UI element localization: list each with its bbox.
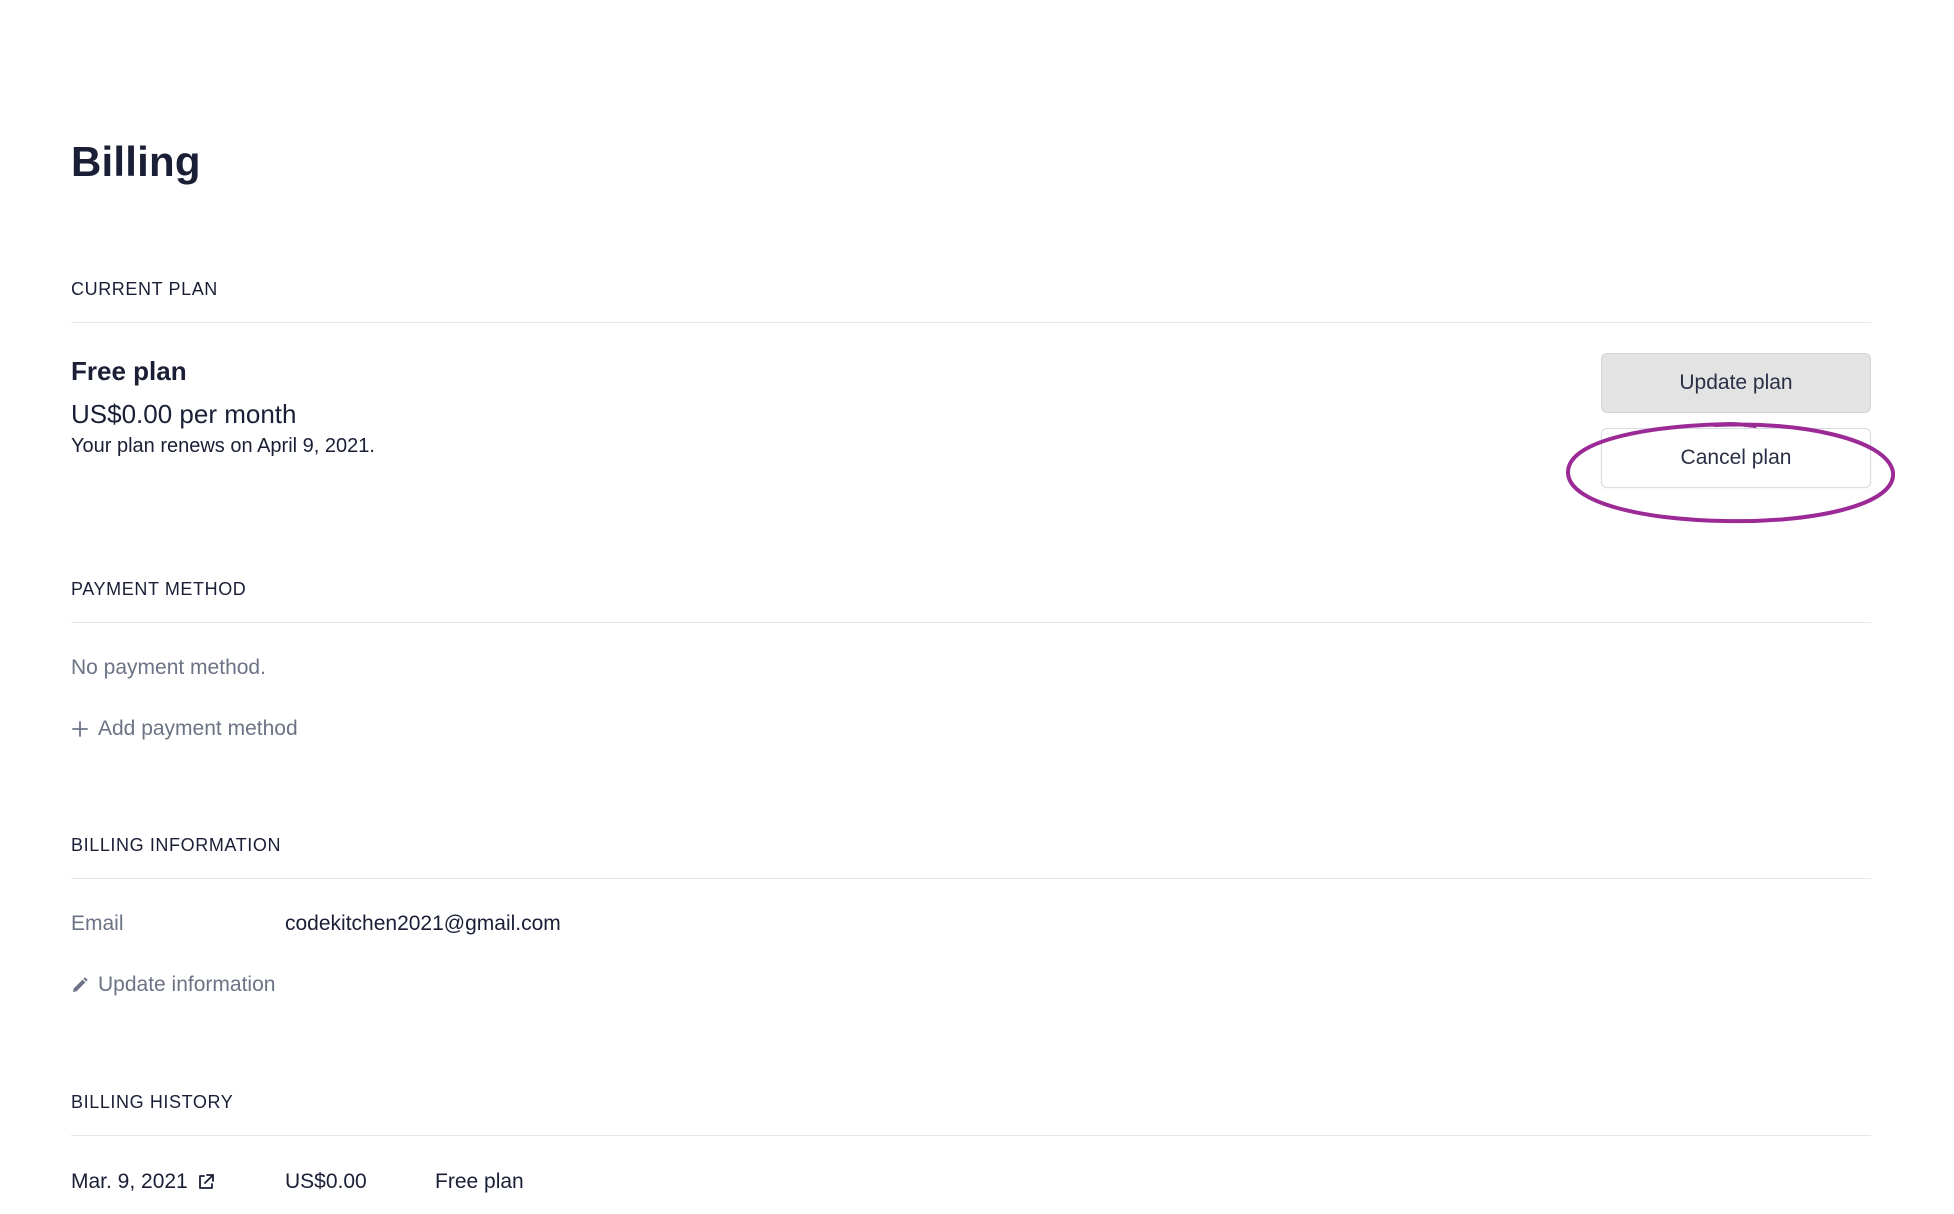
email-label: Email <box>71 912 124 935</box>
invoice-date: Mar. 9, 2021 <box>71 1170 188 1193</box>
email-value: codekitchen2021@gmail.com <box>285 912 561 935</box>
payment-method-header: PAYMENT METHOD <box>71 579 1871 623</box>
invoice-amount: US$0.00 <box>285 1170 367 1193</box>
current-plan-header: CURRENT PLAN <box>71 279 1871 323</box>
add-payment-method-link[interactable]: Add payment method <box>71 717 298 741</box>
plus-icon <box>71 720 89 738</box>
add-payment-method-label: Add payment method <box>98 717 298 740</box>
page-title: Billing <box>71 138 201 185</box>
invoice-date-link[interactable]: Mar. 9, 2021 <box>71 1170 215 1194</box>
billing-history-row: Mar. 9, 2021 US$0.00 Free plan <box>71 1170 871 1200</box>
external-link-icon <box>197 1173 215 1191</box>
billing-history-header: BILLING HISTORY <box>71 1092 1871 1136</box>
update-plan-button[interactable]: Update plan <box>1601 353 1871 413</box>
plan-name: Free plan <box>71 356 187 386</box>
invoice-plan: Free plan <box>435 1170 524 1193</box>
pencil-icon <box>71 976 89 994</box>
plan-price: US$0.00 per month <box>71 399 297 429</box>
cancel-plan-button[interactable]: Cancel plan <box>1601 428 1871 488</box>
billing-information-header: BILLING INFORMATION <box>71 835 1871 879</box>
plan-renewal-text: Your plan renews on April 9, 2021. <box>71 435 375 457</box>
update-information-label: Update information <box>98 973 276 996</box>
no-payment-method-text: No payment method. <box>71 656 266 679</box>
update-information-link[interactable]: Update information <box>71 973 275 997</box>
